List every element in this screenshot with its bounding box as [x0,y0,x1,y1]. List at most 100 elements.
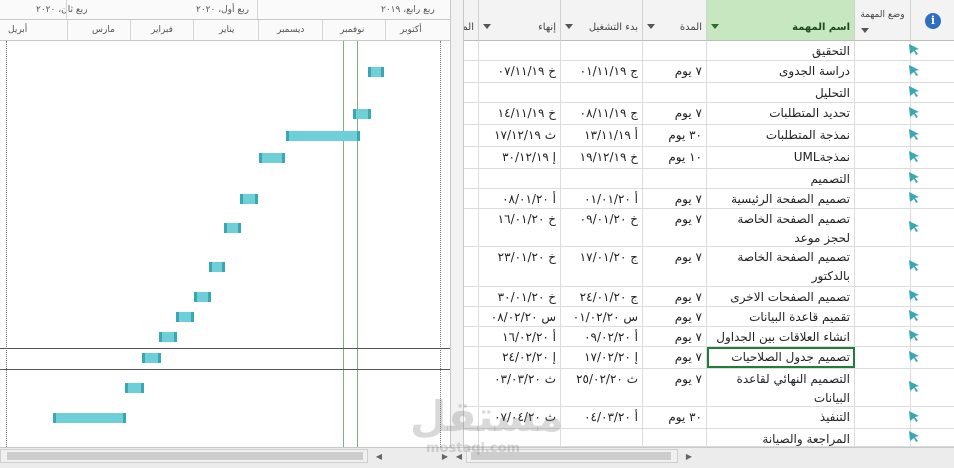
task-finish-cell[interactable]: ث ١٧/١٢/١٩ [479,125,561,146]
task-extra-cell[interactable] [464,347,479,368]
task-row[interactable]: ث ١٧/١٢/١٩ أ ١٣/١١/١٩ ٣٠ يوم نمذجة المتطلبا… [464,125,954,147]
task-row[interactable]: التصميم [464,169,954,189]
task-duration-cell[interactable]: ٧ يوم [643,61,707,82]
task-row[interactable]: أ ١٦/٠٢/٢٠ أ ٠٩/٠٢/٢٠ ٧ يوم انشاء العلاقات … [464,327,954,347]
chevron-down-icon[interactable] [711,24,719,29]
task-duration-cell[interactable]: ٧ يوم [643,327,707,346]
column-header-task-mode[interactable]: وضع المهمة [855,0,911,41]
task-extra-cell[interactable] [464,307,479,326]
gantt-bar[interactable] [224,223,241,233]
task-row[interactable]: إ ٣٠/١٢/١٩ خ ١٩/١٢/١٩ ١٠ يوم نمذجةUML [464,147,954,169]
chevron-down-icon[interactable] [483,24,491,29]
gantt-bar[interactable] [125,383,144,393]
task-duration-cell[interactable]: ٧ يوم [643,369,707,406]
task-mode-cell[interactable] [855,247,911,286]
scroll-right-icon[interactable]: ▶ [683,451,695,463]
task-start-cell[interactable]: أ ٠١/٠١/٢٠ [561,189,643,208]
task-finish-cell[interactable]: خ ٠٧/١١/١٩ [479,61,561,82]
task-mode-cell[interactable] [855,327,911,346]
task-extra-cell[interactable] [464,41,479,60]
task-finish-cell[interactable]: أ ٠٨/٠١/٢٠ [479,189,561,208]
task-name-cell[interactable]: التصميم [707,169,855,188]
task-start-cell[interactable]: ج ٠١/١١/١٩ [561,61,643,82]
gantt-bar[interactable] [368,67,384,77]
task-mode-cell[interactable] [855,103,911,124]
task-mode-cell[interactable] [855,429,911,446]
task-duration-cell[interactable] [643,169,707,188]
task-duration-cell[interactable]: ٧ يوم [643,189,707,208]
task-name-cell[interactable]: التحليل [707,83,855,102]
task-row[interactable]: خ ١٤/١١/١٩ ج ٠٨/١١/١٩ ٧ يوم تحديد المتطلبات [464,103,954,125]
scrollbar-thumb[interactable] [7,452,363,460]
task-row[interactable]: خ ١٦/٠١/٢٠ خ ٠٩/٠١/٢٠ ٧ يوم تصميم الصفحة ال… [464,209,954,247]
gantt-bar[interactable] [159,332,177,342]
task-start-cell[interactable] [561,429,643,446]
task-start-cell[interactable]: إ ١٧/٠٢/٢٠ [561,347,643,368]
task-extra-cell[interactable] [464,209,479,246]
task-row[interactable]: التحليل [464,83,954,103]
task-start-cell[interactable]: أ ٠٤/٠٣/٢٠ [561,407,643,428]
task-finish-cell[interactable]: أ ١٦/٠٢/٢٠ [479,327,561,346]
column-header-task-name[interactable]: اسم المهمة [707,0,855,41]
gantt-bar[interactable] [53,413,126,423]
task-row[interactable]: أ ٠٨/٠١/٢٠ أ ٠١/٠١/٢٠ ٧ يوم تصميم الصفحة ال… [464,189,954,209]
task-finish-cell[interactable]: خ ٣٠/٠١/٢٠ [479,287,561,306]
gantt-bar[interactable] [286,131,360,141]
task-start-cell[interactable]: ج ٢٤/٠١/٢٠ [561,287,643,306]
task-name-cell[interactable]: دراسة الجدوى [707,61,855,82]
gantt-horizontal-scrollbar[interactable] [0,449,368,463]
task-mode-cell[interactable] [855,407,911,428]
task-mode-cell[interactable] [855,41,911,60]
task-name-cell[interactable]: تصميم الصفحات الاخرى [707,287,855,306]
task-mode-cell[interactable] [855,83,911,102]
task-name-cell[interactable]: نمذجةUML [707,147,855,168]
task-row[interactable]: التحقيق [464,41,954,61]
task-extra-cell[interactable] [464,327,479,346]
task-row[interactable]: خ ٣٠/٠١/٢٠ ج ٢٤/٠١/٢٠ ٧ يوم تصميم الصفحات ا… [464,287,954,307]
task-duration-cell[interactable]: ٧ يوم [643,287,707,306]
column-header-extra[interactable]: الم [464,0,479,41]
task-duration-cell[interactable]: ٣٠ يوم [643,407,707,428]
task-row[interactable]: خ ٠٧/١١/١٩ ج ٠١/١١/١٩ ٧ يوم دراسة الجدوى [464,61,954,83]
task-start-cell[interactable] [561,169,643,188]
task-name-cell[interactable]: تقميم قاعدة البيانات [707,307,855,326]
column-header-duration[interactable]: المدة [643,0,707,41]
task-finish-cell[interactable]: خ ١٦/٠١/٢٠ [479,209,561,246]
task-mode-cell[interactable] [855,147,911,168]
task-start-cell[interactable]: ج ٠٨/١١/١٩ [561,103,643,124]
task-mode-cell[interactable] [855,307,911,326]
task-duration-cell[interactable]: ٧ يوم [643,347,707,368]
task-mode-cell[interactable] [855,169,911,188]
gantt-bar[interactable] [194,292,211,302]
task-row[interactable]: س ٠٨/٠٢/٢٠ س ٠١/٠٢/٢٠ ٧ يوم تقميم قاعدة الب… [464,307,954,327]
task-finish-cell[interactable] [479,83,561,102]
task-extra-cell[interactable] [464,125,479,146]
task-duration-cell[interactable]: ٣٠ يوم [643,125,707,146]
task-name-cell[interactable]: انشاء العلاقات بين الجداول [707,327,855,346]
task-mode-cell[interactable] [855,209,911,246]
task-extra-cell[interactable] [464,61,479,82]
task-extra-cell[interactable] [464,83,479,102]
task-mode-cell[interactable] [855,347,911,368]
task-finish-cell[interactable]: إ ٣٠/١٢/١٩ [479,147,561,168]
task-extra-cell[interactable] [464,169,479,188]
task-name-cell[interactable]: تصميم الصفحة الخاصة بالدكتور [707,247,855,286]
chevron-down-icon[interactable] [565,24,573,29]
scroll-left-icon[interactable]: ◀ [373,451,385,463]
task-sheet[interactable]: الم إنهاء بدء التشغيل المدة اسم المهمة و… [464,0,954,447]
task-duration-cell[interactable] [643,41,707,60]
task-name-cell[interactable]: المراجعة والصيانة [707,429,855,446]
task-start-cell[interactable]: أ ١٣/١١/١٩ [561,125,643,146]
task-finish-cell[interactable] [479,169,561,188]
task-start-cell[interactable] [561,83,643,102]
task-name-cell[interactable]: التنفيذ [707,407,855,428]
task-mode-cell[interactable] [855,189,911,208]
task-name-cell[interactable]: تصميم جدول الصلاحيات [707,347,855,368]
task-duration-cell[interactable]: ٧ يوم [643,307,707,326]
task-name-cell[interactable]: نمذجة المتطلبات [707,125,855,146]
task-duration-cell[interactable] [643,83,707,102]
column-header-finish[interactable]: إنهاء [479,0,561,41]
task-start-cell[interactable] [561,41,643,60]
task-mode-cell[interactable] [855,125,911,146]
task-start-cell[interactable]: خ ٠٩/٠١/٢٠ [561,209,643,246]
